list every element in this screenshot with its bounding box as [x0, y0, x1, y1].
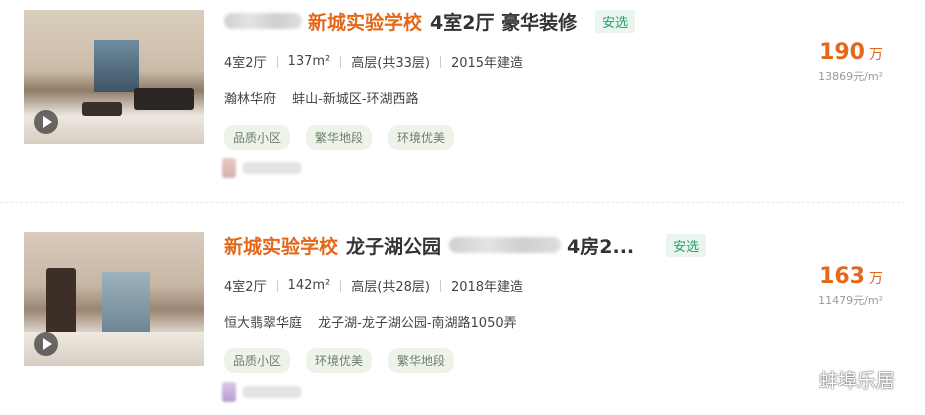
- price-total: 163: [819, 264, 865, 289]
- feature-tags: 品质小区 环境优美 繁华地段: [224, 348, 470, 373]
- agent-info[interactable]: [222, 158, 302, 178]
- price-total: 190: [819, 40, 865, 65]
- title-text: 4室2厅 豪华装修: [430, 11, 578, 34]
- floor-area: 137m²: [287, 54, 331, 69]
- title-text: 龙子湖公园: [346, 235, 442, 258]
- location-path: 蚌山-新城区-环湖西路: [292, 92, 419, 107]
- listing-photo[interactable]: [24, 232, 204, 366]
- play-video-icon[interactable]: [34, 110, 58, 134]
- location-path: 龙子湖-龙子湖公园-南湖路1050弄: [318, 316, 517, 331]
- floor-level: 高层(共28层): [351, 280, 430, 295]
- agent-avatar: [222, 382, 236, 402]
- anxuan-badge: 安选: [595, 9, 636, 33]
- room-layout: 4室2厅: [224, 56, 267, 71]
- floor-area: 142m²: [287, 278, 331, 293]
- build-year: 2018年建造: [450, 280, 524, 295]
- redacted-agent-name: [242, 162, 302, 174]
- listing-address: 恒大翡翠华庭 龙子湖-龙子湖公园-南湖路1050弄: [224, 312, 517, 331]
- feature-tag: 品质小区: [224, 125, 291, 150]
- redacted-agent-name: [242, 386, 302, 398]
- price-per-sqm: 13869元/m²: [818, 70, 883, 83]
- price-unit: 万: [869, 47, 883, 63]
- room-layout: 4室2厅: [224, 280, 267, 295]
- listing-title[interactable]: 新城实验学校 龙子湖公园 4房2... 安选: [224, 230, 707, 260]
- agent-info[interactable]: [222, 382, 302, 402]
- title-text-end: 4房2...: [567, 235, 635, 258]
- redacted-text: [449, 237, 562, 253]
- redacted-text: [224, 13, 302, 29]
- price-block: 163 万 11479元/m²: [818, 264, 883, 308]
- title-highlight: 新城实验学校: [308, 11, 423, 34]
- listing-divider: [0, 202, 905, 203]
- wechat-icon: [784, 369, 812, 389]
- feature-tags: 品质小区 繁华地段 环境优美: [224, 125, 470, 150]
- listing-attributes: 4室2厅 142m² 高层(共28层) 2018年建造: [224, 276, 523, 295]
- feature-tag: 品质小区: [224, 348, 291, 373]
- feature-tag: 环境优美: [306, 348, 373, 373]
- feature-tag: 环境优美: [388, 125, 455, 150]
- feature-tag: 繁华地段: [388, 348, 455, 373]
- anxuan-badge: 安选: [666, 233, 707, 257]
- community-name[interactable]: 瀚林华府: [224, 92, 276, 107]
- build-year: 2015年建造: [450, 56, 524, 71]
- price-unit: 万: [869, 271, 883, 287]
- price-per-sqm: 11479元/m²: [818, 294, 883, 307]
- watermark: 蚌埠乐居: [783, 366, 895, 393]
- floor-level: 高层(共33层): [351, 56, 430, 71]
- listing-card[interactable]: 新城实验学校 4室2厅 豪华装修 安选 4室2厅 137m² 高层(共33层) …: [0, 0, 925, 200]
- play-video-icon[interactable]: [34, 332, 58, 356]
- feature-tag: 繁华地段: [306, 125, 373, 150]
- listing-attributes: 4室2厅 137m² 高层(共33层) 2015年建造: [224, 52, 523, 71]
- listing-address: 瀚林华府 蚌山-新城区-环湖西路: [224, 88, 419, 107]
- watermark-text: 蚌埠乐居: [818, 370, 895, 392]
- title-highlight: 新城实验学校: [224, 235, 339, 258]
- community-name[interactable]: 恒大翡翠华庭: [224, 316, 302, 331]
- listing-photo[interactable]: [24, 10, 204, 144]
- agent-avatar: [222, 158, 236, 178]
- price-block: 190 万 13869元/m²: [818, 40, 883, 84]
- listing-title[interactable]: 新城实验学校 4室2厅 豪华装修 安选: [224, 6, 636, 36]
